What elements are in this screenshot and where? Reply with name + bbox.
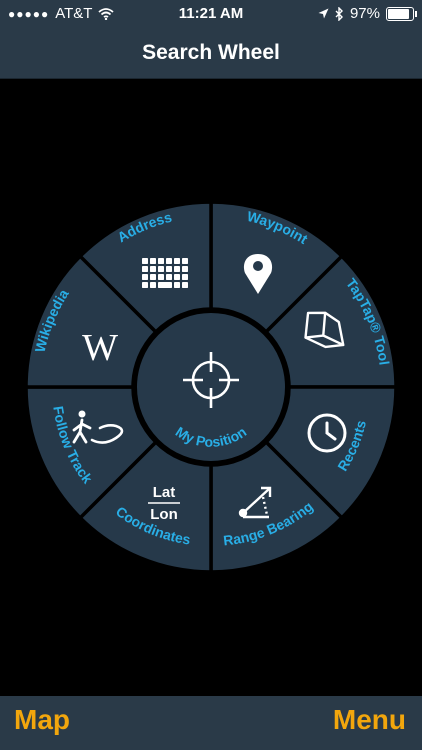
lat-lon-icon: Lat Lon: [148, 484, 180, 523]
svg-text:W: W: [82, 327, 118, 369]
battery-fill: [388, 8, 410, 19]
page-title: Search Wheel: [0, 28, 422, 79]
battery-percent: 97%: [349, 5, 380, 22]
bluetooth-icon: [335, 6, 343, 21]
search-wheel: WaypointTapTap® ToolRecentsRange Bearing…: [24, 200, 398, 574]
svg-text:Lat: Lat: [153, 484, 176, 501]
menu-button[interactable]: Menu: [333, 704, 406, 736]
battery-icon: [386, 6, 417, 21]
status-bar: ●●●●● AT&T 11:21 AM 97%: [0, 0, 422, 28]
location-arrow-icon: [318, 8, 329, 19]
bottom-toolbar: Map Menu: [0, 696, 422, 750]
wikipedia-icon: W: [82, 327, 118, 369]
map-button[interactable]: Map: [14, 704, 70, 736]
svg-text:Lon: Lon: [150, 506, 178, 523]
